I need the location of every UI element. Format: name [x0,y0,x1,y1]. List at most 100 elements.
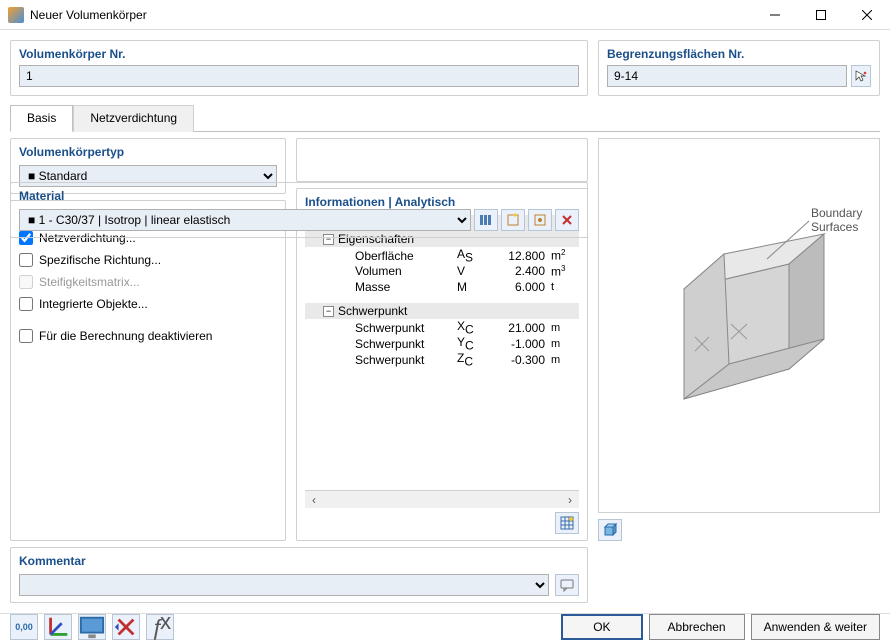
tree-centroid-label: Schwerpunkt [338,304,407,318]
close-button[interactable] [844,0,890,30]
info-surface-row: OberflächeAS12.800m2 [305,247,579,263]
comment-select[interactable] [19,574,549,596]
info-symbol: XC [457,319,491,336]
option-stiffness-matrix-label: Steifigkeitsmatrix... [39,275,140,289]
ok-button[interactable]: OK [561,614,642,640]
info-unit: m2 [551,248,579,263]
blank-panel [296,138,588,182]
material-select[interactable]: ■ 1 - C30/37 | Isotrop | linear elastisc… [19,209,471,231]
scroll-left-icon[interactable]: ‹ [305,493,323,507]
option-disable-calculation[interactable]: Für die Berechnung deaktivieren [19,325,277,347]
preview-canvas[interactable]: Boundary Surfaces [598,138,880,513]
option-specific-direction[interactable]: Spezifische Richtung... [19,249,277,271]
units-button[interactable]: 0,00 [10,614,38,640]
info-value: 21.000 [491,321,551,335]
window-title: Neuer Volumenkörper [30,8,752,22]
cursor-icon [855,70,867,82]
solid-preview-icon: Boundary Surfaces [599,139,879,509]
option-specific-direction-label: Spezifische Richtung... [39,253,161,267]
axes-icon [45,614,71,640]
solid-type-title: Volumenkörpertyp [19,145,277,159]
comment-apply-button[interactable] [555,574,579,596]
svg-text:Boundary: Boundary [811,206,862,220]
option-integrated-objects[interactable]: Integrierte Objekte... [19,293,277,315]
boundary-surfaces-group: Begrenzungsflächen Nr. [598,40,880,96]
boundary-surfaces-label: Begrenzungsflächen Nr. [607,47,871,61]
comment-icon [560,578,574,592]
minimize-button[interactable] [752,0,798,30]
comment-title: Kommentar [19,554,579,568]
function-button[interactable]: ƒx [146,614,174,640]
tree-centroid-group[interactable]: −Schwerpunkt [305,303,579,319]
info-unit: m [551,322,579,334]
material-new-button[interactable] [501,209,525,231]
app-icon [8,7,24,23]
info-value: -0.300 [491,353,551,367]
option-stiffness-matrix: Steifigkeitsmatrix... [19,271,277,293]
info-value: 2.400 [491,264,551,278]
info-symbol: V [457,264,491,278]
axes-button[interactable] [44,614,72,640]
library-icon [479,213,493,227]
info-value: 12.800 [491,249,551,263]
scroll-right-icon[interactable]: › [561,493,579,507]
tabs: Basis Netzverdichtung [10,104,880,132]
material-delete-button[interactable] [555,209,579,231]
info-volume-row: VolumenV2.400m3 [305,263,579,279]
info-symbol: M [457,280,491,294]
info-yc-row: SchwerpunktYC-1.000m [305,335,579,351]
material-panel: Material ■ 1 - C30/37 | Isotrop | linear… [10,182,588,238]
tab-mesh-refinement[interactable]: Netzverdichtung [73,105,194,132]
solid-number-group: Volumenkörper Nr. [10,40,588,96]
table-icon [560,516,574,530]
delete-icon [560,213,574,227]
boundary-surfaces-input[interactable] [607,65,847,87]
pick-surfaces-button[interactable] [851,65,871,87]
information-panel: Informationen | Analytisch −Volumenkörpe… [296,188,588,541]
info-unit: m [551,338,579,350]
apply-next-button[interactable]: Anwenden & weiter [751,614,880,640]
option-integrated-objects-label: Integrierte Objekte... [39,297,148,311]
info-symbol: YC [457,335,491,352]
info-label: Volumen [355,264,457,278]
titlebar: Neuer Volumenkörper [0,0,890,30]
info-xc-row: SchwerpunktXC21.000m [305,319,579,335]
preview-show-button[interactable] [598,519,622,541]
preview-panel: Boundary Surfaces [598,138,880,541]
material-title: Material [19,189,579,203]
cancel-button[interactable]: Abbrechen [649,614,745,640]
info-value: 6.000 [491,280,551,294]
reset-icon [113,614,139,640]
info-unit: m [551,354,579,366]
info-scrollbar[interactable]: ‹› [305,490,579,508]
material-edit-button[interactable] [528,209,552,231]
solid-number-label: Volumenkörper Nr. [19,47,579,61]
reset-button[interactable] [112,614,140,640]
material-library-button[interactable] [474,209,498,231]
info-mass-row: MasseM6.000t [305,279,579,295]
maximize-button[interactable] [798,0,844,30]
function-icon: ƒx [147,614,173,640]
bottombar: 0,00 ƒx OK Abbrechen Anwenden & weiter [0,613,890,640]
option-disable-calculation-label: Für die Berechnung deaktivieren [39,329,212,343]
solid-number-input[interactable] [19,65,579,87]
display-button[interactable] [78,614,106,640]
info-extend-button[interactable] [555,512,579,534]
svg-text:Surfaces: Surfaces [811,220,858,234]
monitor-icon [79,614,105,640]
info-label: Oberfläche [355,249,457,263]
units-icon: 0,00 [15,622,33,632]
info-symbol: AS [457,247,491,264]
info-unit: m3 [551,264,579,279]
info-value: -1.000 [491,337,551,351]
info-label: Schwerpunkt [355,337,457,351]
info-unit: t [551,281,579,293]
collapse-icon[interactable]: − [323,306,334,317]
info-label: Schwerpunkt [355,321,457,335]
svg-text:x: x [160,614,171,634]
info-label: Masse [355,280,457,294]
info-symbol: ZC [457,351,491,368]
options-panel: Optionen Netzverdichtung... Spezifische … [10,200,286,541]
tab-basis[interactable]: Basis [10,105,73,132]
info-label: Schwerpunkt [355,353,457,367]
